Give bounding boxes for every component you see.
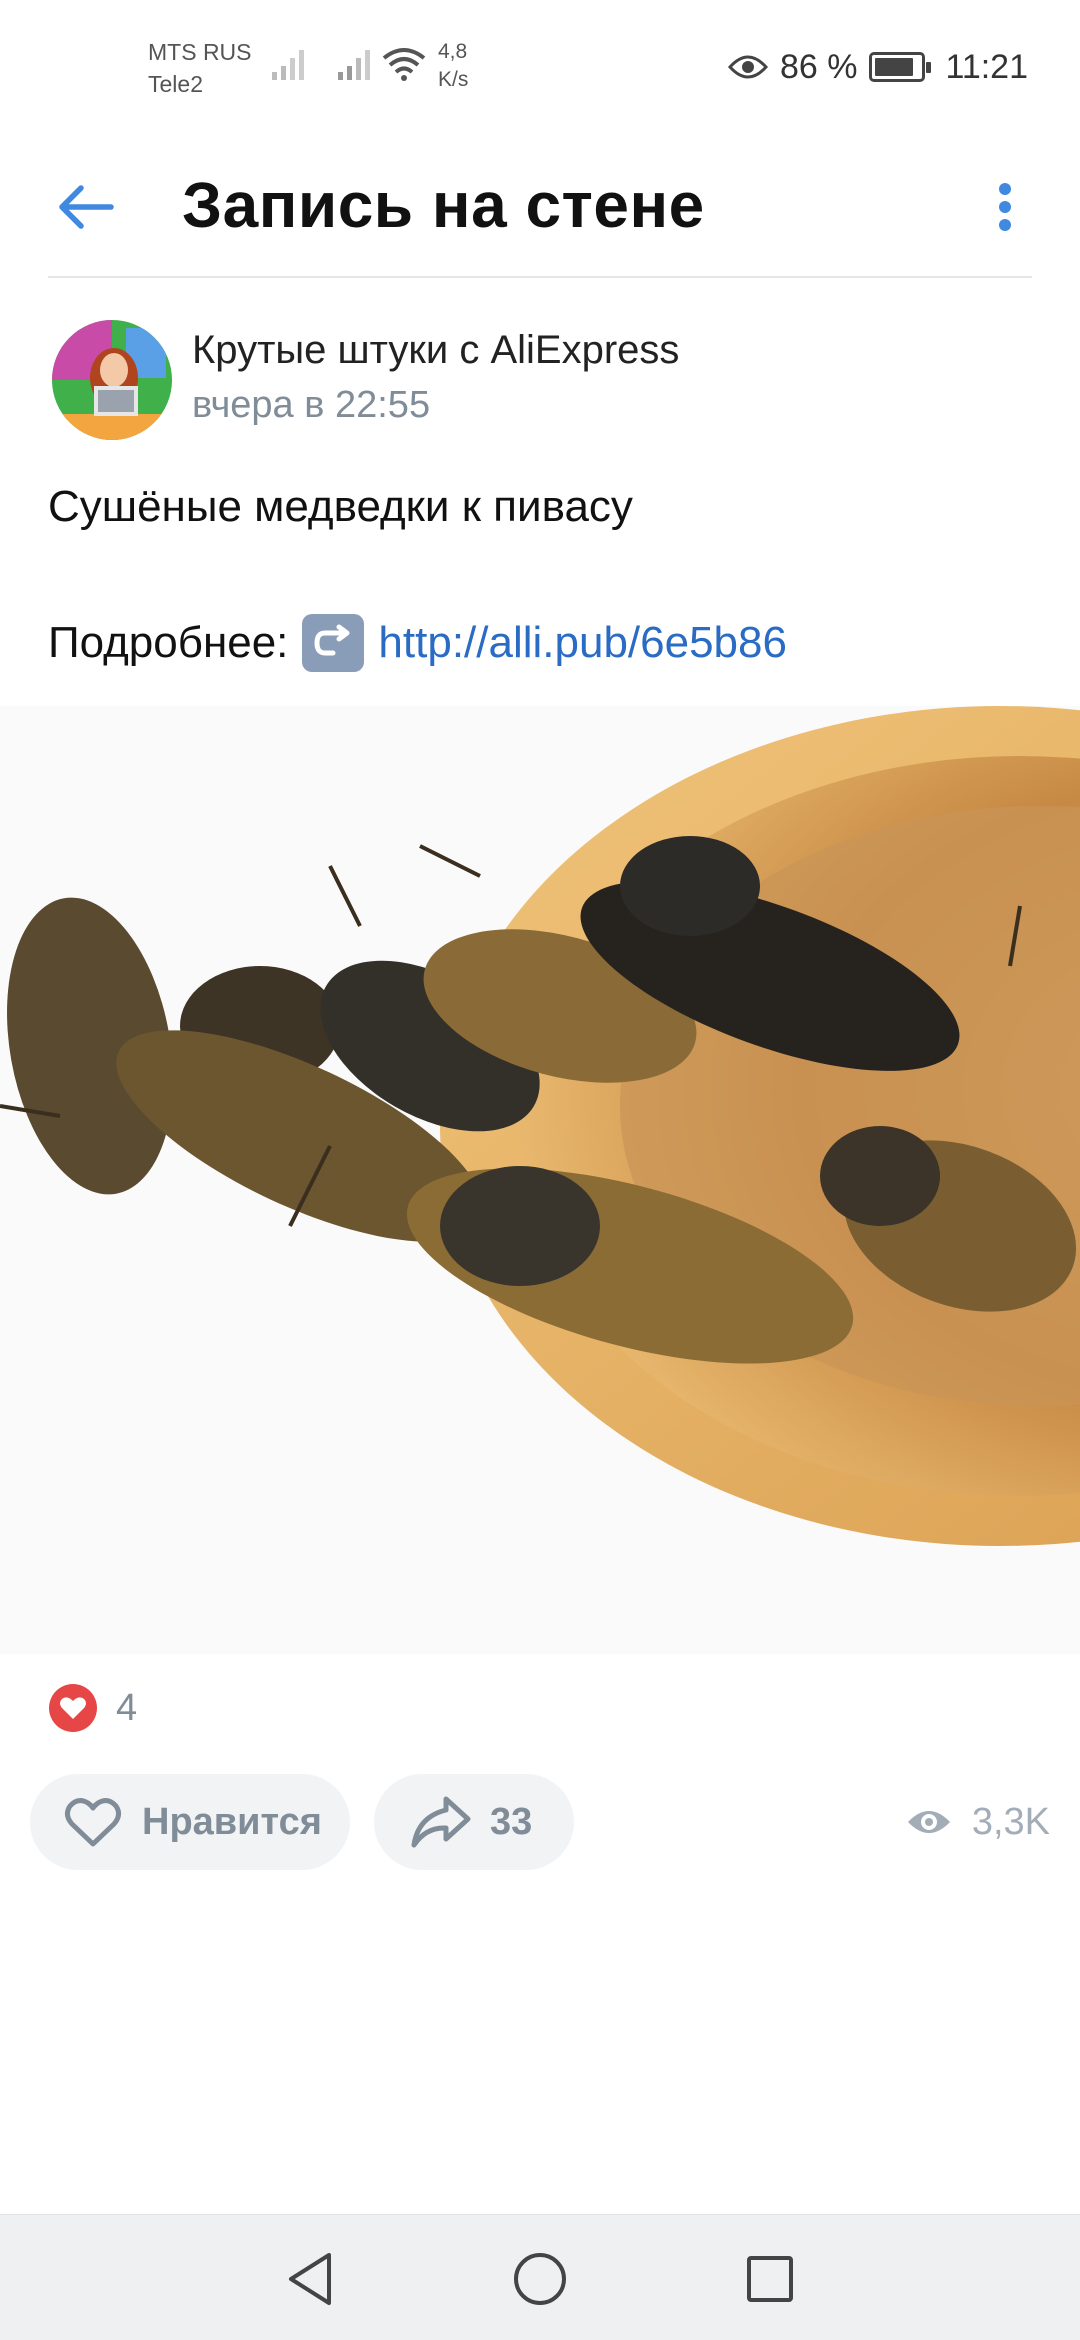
share-arrow-icon [411,1796,471,1848]
redirect-emoji [302,614,365,672]
speed-unit: K/s [438,68,469,91]
page-title: Запись на стене [182,169,705,241]
screen: MTS RUS Tele2 4,8 K/s 86 % 11:21 Запись … [0,0,1080,2340]
battery-fill [875,58,914,76]
battery-icon [869,52,932,82]
signal-icon [338,50,370,80]
status-bar: MTS RUS Tele2 4,8 K/s 86 % 11:21 [0,0,1080,132]
share-count: 33 [490,1800,533,1843]
heart-outline-icon [64,1798,122,1847]
nav-back-button[interactable] [270,2239,350,2319]
reactions-summary[interactable]: 4 [48,1680,137,1736]
photo-image [0,706,1080,1654]
network-speed: 4,8 K/s [438,38,468,94]
carrier-1: MTS RUS [148,39,252,65]
more-button[interactable] [970,162,1040,252]
author-name[interactable]: Крутые штуки с AliExpress [192,324,679,376]
like-button[interactable]: Нравится [30,1774,350,1870]
heart-reaction-icon [49,1684,97,1732]
clock: 11:21 [945,47,1028,86]
back-button[interactable] [40,162,130,252]
nav-recents-button[interactable] [730,2239,810,2319]
views-counter: 3,3K [906,1774,1050,1870]
views-count: 3,3K [971,1800,1050,1843]
more-vertical-icon [999,183,1011,231]
avatar[interactable] [52,320,172,440]
action-bar: Нравится 33 3,3K [30,1774,1050,1870]
header-divider [48,276,1032,278]
redirect-arrow-icon [314,624,350,656]
post-link[interactable]: http://alli.pub/6e5b86 [378,615,787,671]
more-line: Подробнее: http://alli.pub/6e5b86 [48,614,787,672]
post-photo[interactable] [0,706,1080,1654]
status-right: 86 % 11:21 [727,42,1028,92]
arrow-left-icon [59,185,114,229]
battery-percent: 86 % [779,47,858,86]
post-text: Сушёные медведки к пивасу [48,482,633,531]
post-time[interactable]: вчера в 22:55 [192,380,430,430]
reactions-count: 4 [116,1686,138,1729]
wifi-icon [382,48,426,81]
triangle-back-icon [289,2253,331,2305]
eye-icon [727,55,768,79]
like-label: Нравится [142,1800,322,1843]
app-header: Запись на стене [0,132,1080,276]
more-label: Подробнее: [48,618,289,667]
carrier-2: Tele2 [148,71,203,97]
eye-icon [907,1811,950,1833]
avatar-image [52,320,172,440]
speed-value: 4,8 [438,40,468,63]
square-recents-icon [747,2256,793,2302]
signal-icon [272,50,304,80]
circle-home-icon [514,2253,566,2305]
nav-home-button[interactable] [500,2239,580,2319]
carrier-info: MTS RUS Tele2 [148,36,252,100]
share-button[interactable]: 33 [374,1774,574,1870]
system-navbar [0,2214,1080,2340]
